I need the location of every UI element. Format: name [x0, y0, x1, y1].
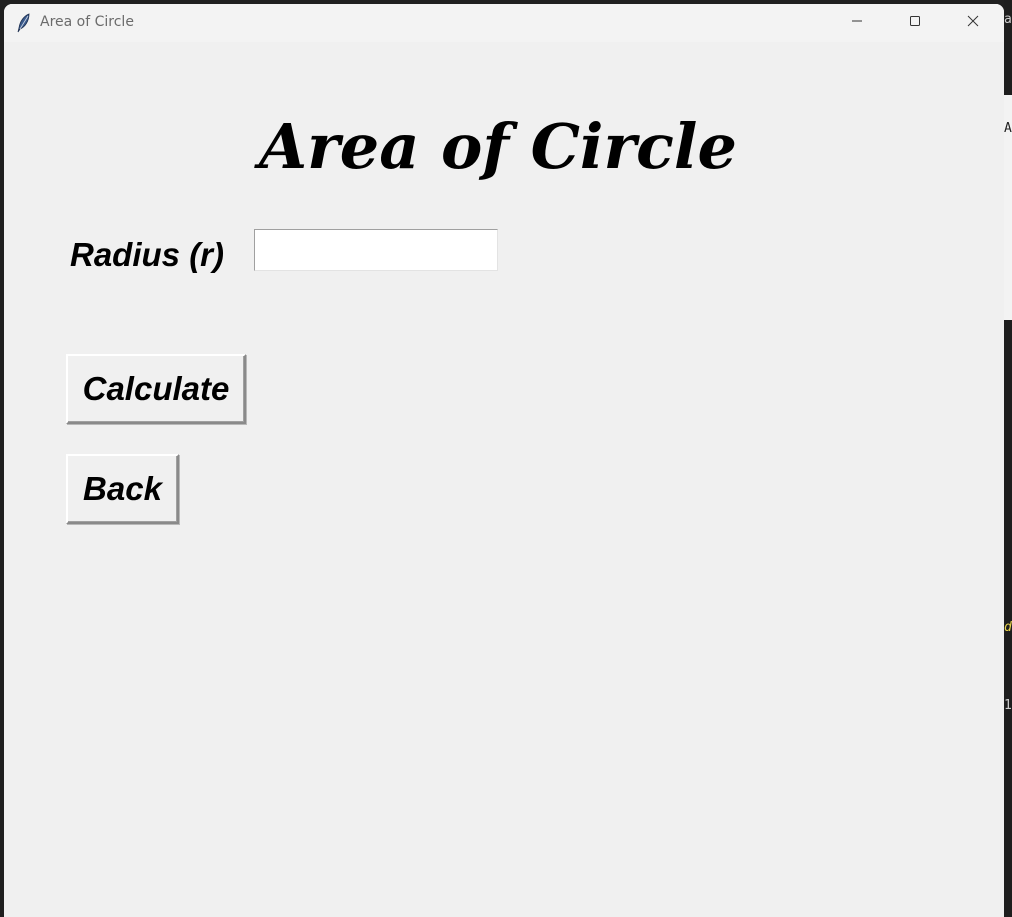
background-peek-text: ar	[1004, 12, 1012, 27]
minimize-icon	[851, 14, 863, 32]
maximize-icon	[909, 14, 921, 32]
calculate-button[interactable]: Calculate	[66, 354, 246, 424]
radius-label: Radius (r)	[70, 236, 225, 273]
area-of-circle-window: Area of Circle Area of Circle Radius (r)…	[4, 4, 1004, 917]
background-peek-text: 1	[1004, 698, 1012, 713]
background-peek-text: d	[1004, 620, 1012, 635]
main-content: Area of Circle Radius (r) Calculate Back	[4, 42, 1004, 917]
radius-input[interactable]	[254, 229, 498, 271]
close-icon	[967, 14, 979, 32]
minimize-button[interactable]	[828, 4, 886, 42]
background-peek-text: Ar	[1004, 121, 1012, 136]
back-button[interactable]: Back	[66, 454, 179, 524]
maximize-button[interactable]	[886, 4, 944, 42]
window-title: Area of Circle	[40, 14, 134, 30]
title-bar[interactable]: Area of Circle	[4, 4, 1004, 42]
page-title: Area of Circle	[259, 110, 737, 183]
close-button[interactable]	[944, 4, 1002, 42]
feather-icon	[16, 13, 32, 33]
